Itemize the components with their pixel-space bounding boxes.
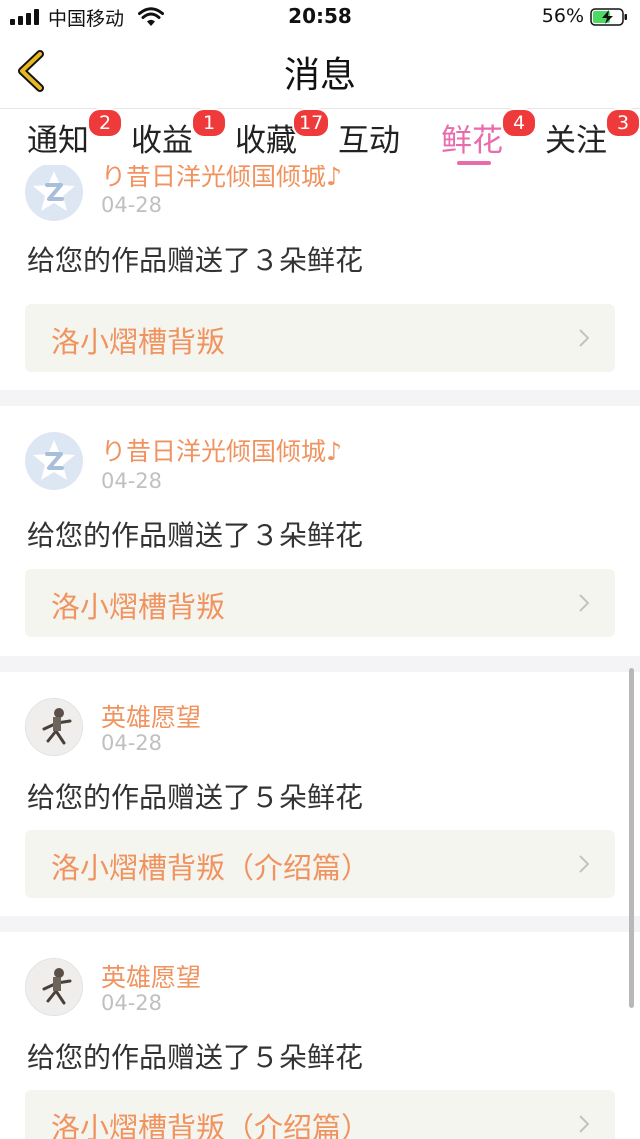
message-text: 给您的作品赠送了３朵鲜花: [27, 519, 364, 552]
message-text: 给您的作品赠送了５朵鲜花: [27, 781, 364, 814]
tab-interactions[interactable]: 互动: [338, 115, 400, 161]
tab-flowers[interactable]: 鲜花 4: [441, 108, 537, 165]
list-item: り昔日洋光倾国倾城♪ 04-28 给您的作品赠送了３朵鲜花 洛小熠槽背叛: [0, 165, 640, 390]
message-date: 04-28: [101, 731, 163, 755]
list-item: 英雄愿望 04-28 给您的作品赠送了５朵鲜花 洛小熠槽背叛（介绍篇）: [0, 672, 640, 916]
username[interactable]: り昔日洋光倾国倾城♪: [101, 165, 342, 193]
tab-favorites[interactable]: 收藏 17: [235, 108, 331, 161]
username[interactable]: 英雄愿望: [101, 958, 201, 994]
tab-label: 关注: [545, 123, 607, 159]
work-title: 洛小熠槽背叛（介绍篇）: [51, 851, 371, 885]
user-avatar[interactable]: [25, 698, 83, 756]
chevron-right-icon: [579, 855, 589, 873]
user-photo-avatar-icon: [26, 699, 82, 755]
back-button[interactable]: [10, 48, 54, 94]
flower-message-list[interactable]: り昔日洋光倾国倾城♪ 04-28 给您的作品赠送了３朵鲜花 洛小熠槽背叛 り昔日…: [0, 165, 640, 1139]
battery-charging-icon: [590, 8, 627, 26]
tab-following[interactable]: 关注 3: [545, 108, 640, 161]
chevron-right-icon: [579, 594, 589, 612]
user-avatar[interactable]: [25, 958, 83, 1016]
message-date: 04-28: [101, 469, 163, 493]
work-link[interactable]: 洛小熠槽背叛: [25, 304, 615, 372]
message-tabs: 通知 2 收益 1 收藏 17 互动 鲜花 4 关注 3: [0, 108, 640, 165]
work-link[interactable]: 洛小熠槽背叛: [25, 569, 615, 637]
tab-notifications[interactable]: 通知 2: [27, 108, 123, 161]
work-title: 洛小熠槽背叛: [51, 590, 226, 624]
message-text: 给您的作品赠送了３朵鲜花: [27, 244, 364, 277]
chevron-left-icon: [18, 50, 44, 92]
user-avatar[interactable]: [25, 165, 83, 221]
chevron-right-icon: [579, 329, 589, 347]
status-bar: 中国移动 20:58 56%: [0, 0, 640, 34]
qq-default-avatar-icon: [33, 440, 75, 480]
unread-badge: 4: [501, 108, 537, 138]
list-item: り昔日洋光倾国倾城♪ 04-28 给您的作品赠送了３朵鲜花 洛小熠槽背叛: [0, 406, 640, 656]
battery-percentage: 56%: [541, 5, 584, 27]
work-title: 洛小熠槽背叛（介绍篇）: [51, 1111, 371, 1139]
unread-badge: 3: [605, 108, 640, 138]
navigation-bar: 消息: [0, 34, 640, 109]
list-item: 英雄愿望 04-28 给您的作品赠送了５朵鲜花 洛小熠槽背叛（介绍篇）: [0, 932, 640, 1139]
message-date: 04-28: [101, 193, 163, 217]
unread-badge: 2: [87, 108, 123, 138]
work-link[interactable]: 洛小熠槽背叛（介绍篇）: [25, 1090, 615, 1139]
tab-label: 收藏: [235, 123, 297, 159]
tab-label: 收益: [131, 123, 193, 159]
unread-badge: 1: [191, 108, 227, 138]
work-title: 洛小熠槽背叛: [51, 325, 226, 359]
tab-label: 鲜花: [441, 123, 503, 159]
tab-label: 通知: [27, 123, 89, 159]
user-avatar[interactable]: [25, 432, 83, 490]
message-date: 04-28: [101, 991, 163, 1015]
qq-default-avatar-icon: [33, 171, 75, 211]
work-link[interactable]: 洛小熠槽背叛（介绍篇）: [25, 830, 615, 898]
page-title: 消息: [283, 55, 356, 96]
username[interactable]: 英雄愿望: [101, 698, 201, 734]
message-text: 给您的作品赠送了５朵鲜花: [27, 1041, 364, 1074]
scrollbar[interactable]: [629, 668, 634, 1008]
tab-earnings[interactable]: 收益 1: [131, 108, 227, 161]
tab-label: 互动: [338, 123, 400, 159]
chevron-right-icon: [579, 1115, 589, 1133]
unread-badge: 17: [292, 108, 331, 138]
user-photo-avatar-icon: [26, 959, 82, 1015]
username[interactable]: り昔日洋光倾国倾城♪: [101, 432, 342, 468]
